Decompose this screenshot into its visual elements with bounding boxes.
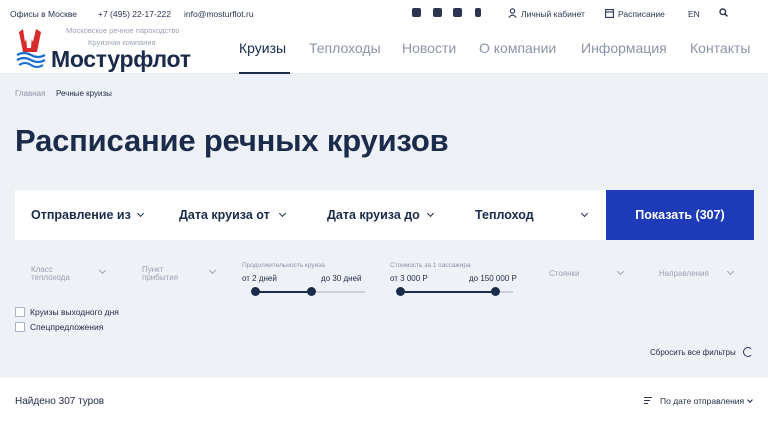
date-to-select[interactable]: Дата круиза до xyxy=(327,208,420,222)
results-bar xyxy=(0,378,768,425)
chevron-down-icon xyxy=(278,209,287,218)
price-slider-fill xyxy=(400,291,495,293)
price-slider-min-handle[interactable] xyxy=(396,287,405,296)
duration-slider-max-handle[interactable] xyxy=(307,287,316,296)
account-link[interactable]: Личный кабинет xyxy=(521,9,585,19)
special-offers-label[interactable]: Спецпредложения xyxy=(30,322,103,332)
reset-filters-link[interactable]: Сбросить все фильтры xyxy=(650,348,736,357)
date-from-select[interactable]: Дата круиза от xyxy=(179,208,270,222)
price-from-value: от 3 000 Р xyxy=(390,274,428,283)
main-header: Московское речное пароходство Круизная к… xyxy=(0,26,768,74)
odnoklassniki-icon[interactable] xyxy=(475,8,481,17)
chevron-down-icon xyxy=(726,267,735,276)
phone-link[interactable]: +7 (495) 22-17-222 xyxy=(98,9,171,19)
language-switch[interactable]: EN xyxy=(688,9,700,19)
nav-ships[interactable]: Теплоходы xyxy=(309,40,381,56)
ship-class-label-2[interactable]: теплохода xyxy=(31,273,70,282)
breadcrumb-home[interactable]: Главная xyxy=(15,89,45,98)
email-link[interactable]: info@mosturflot.ru xyxy=(184,9,254,19)
departure-select[interactable]: Отправление из xyxy=(31,208,131,222)
logo-name[interactable]: Мостурфлот xyxy=(51,46,191,73)
stops-select[interactable]: Стоянки xyxy=(549,269,580,278)
special-offers-checkbox[interactable] xyxy=(15,322,25,332)
nav-cruises[interactable]: Круизы xyxy=(239,40,286,56)
show-results-button[interactable]: Показать (307) xyxy=(606,190,754,240)
chevron-down-icon xyxy=(616,267,625,276)
duration-label: Продолжительность круиза xyxy=(242,262,325,269)
nav-info[interactable]: Информация xyxy=(581,40,667,56)
duration-to-value: до 30 дней xyxy=(321,274,362,283)
youtube-icon[interactable] xyxy=(453,8,462,17)
schedule-link[interactable]: Расписание xyxy=(618,9,665,19)
main-filter-bar: Отправление из Дата круиза от Дата круиз… xyxy=(15,190,606,240)
nav-news[interactable]: Новости xyxy=(402,40,456,56)
price-slider-max-handle[interactable] xyxy=(491,287,500,296)
chevron-down-icon xyxy=(208,266,217,275)
chevron-down-icon xyxy=(426,209,435,218)
chevron-down-icon xyxy=(136,209,145,218)
sort-select[interactable]: По дате отправления xyxy=(660,396,744,406)
directions-select[interactable]: Направления xyxy=(659,269,709,278)
search-icon[interactable] xyxy=(719,8,728,17)
page-title: Расписание речных круизов xyxy=(15,123,449,158)
ship-select[interactable]: Теплоход xyxy=(475,208,534,222)
nav-active-indicator xyxy=(239,72,290,74)
top-utility-bar: Офисы в Москве +7 (495) 22-17-222 info@m… xyxy=(0,0,768,28)
sort-icon[interactable] xyxy=(644,397,652,405)
price-label: Стоимость за 1 пассажира xyxy=(390,262,471,269)
weekend-cruises-checkbox[interactable] xyxy=(15,307,25,317)
duration-slider-fill xyxy=(255,291,311,293)
logo-icon[interactable] xyxy=(15,28,47,68)
chevron-down-icon xyxy=(98,266,107,275)
nav-contacts[interactable]: Контакты xyxy=(690,40,750,56)
vk-icon[interactable] xyxy=(412,8,421,17)
duration-slider-min-handle[interactable] xyxy=(251,287,260,296)
telegram-icon[interactable] xyxy=(433,8,442,17)
price-to-value: до 150 000 Р xyxy=(469,274,517,283)
breadcrumb-current: Речные круизы xyxy=(56,89,112,98)
weekend-cruises-label[interactable]: Круизы выходного дня xyxy=(30,307,119,317)
nav-about[interactable]: О компании xyxy=(479,40,556,56)
duration-from-value: от 2 дней xyxy=(242,274,277,283)
arrival-label-2[interactable]: прибытия xyxy=(142,273,178,282)
logo-subtitle-line1: Московское речное пароходство xyxy=(66,26,180,35)
offices-link[interactable]: Офисы в Москве xyxy=(10,9,77,19)
chevron-down-icon xyxy=(580,209,589,218)
results-count: Найдено 307 туров xyxy=(15,396,105,407)
user-icon xyxy=(508,8,517,18)
refresh-icon[interactable] xyxy=(743,347,753,357)
calendar-icon xyxy=(605,9,614,18)
